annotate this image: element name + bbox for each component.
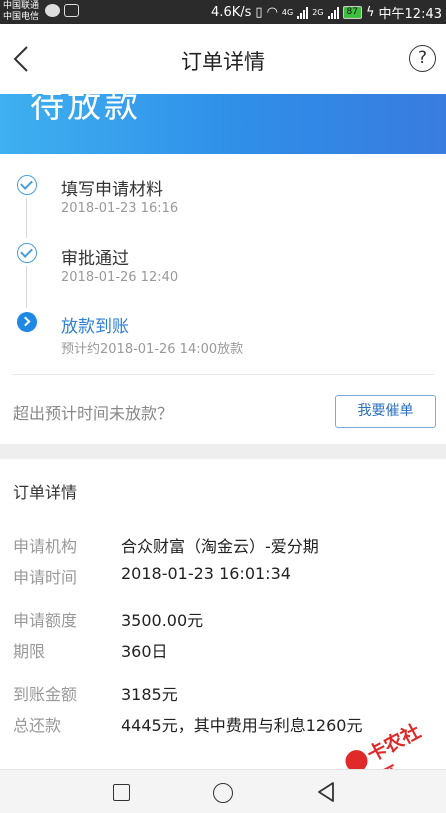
detail-value: 3185元 — [121, 685, 178, 704]
message-notification-icon — [45, 4, 60, 17]
urge-order-button[interactable]: 我要催单 — [335, 395, 436, 428]
step-time: 2018-01-23 16:16 — [61, 201, 179, 216]
step-time: 2018-01-26 12:40 — [61, 270, 179, 285]
detail-label: 申请时间 — [13, 568, 78, 587]
order-detail-card: 订单详情 申请机构 合众财富（淘金云）-爱分期 申请时间 2018-01-23 … — [0, 459, 446, 769]
status-bar: 中国联通 中国电信 4.6K/s ▯ ◠ 4G 2G 87 ϟ 中午12:43 — [0, 0, 446, 24]
check-circle-icon — [17, 243, 37, 263]
battery-icon: 87 — [342, 6, 362, 19]
charging-icon: ϟ — [365, 5, 375, 20]
carrier-2: 中国电信 — [3, 12, 40, 22]
current-step-icon — [17, 312, 37, 332]
progress-timeline: 填写申请材料 2018-01-23 16:16 审批通过 2018-01-26 … — [0, 154, 446, 444]
wifi-icon: ◠ — [266, 5, 278, 20]
vibrate-icon: ▯ — [255, 5, 263, 20]
step-title: 审批通过 — [61, 249, 129, 269]
signal-icon-1 — [297, 6, 309, 19]
detail-label: 总还款 — [13, 716, 62, 735]
step-time: 预计约2018-01-26 14:00放款 — [61, 342, 244, 357]
status-banner: 待放款 — [0, 94, 446, 154]
signal-icon-2 — [327, 6, 339, 19]
divider — [12, 374, 434, 375]
image-notification-icon — [64, 4, 79, 17]
section-title: 订单详情 — [13, 483, 78, 502]
carrier-names: 中国联通 中国电信 — [3, 1, 39, 23]
help-icon[interactable]: ? — [409, 45, 436, 72]
system-navigation-bar — [0, 769, 446, 813]
back-triangle-icon[interactable] — [316, 781, 336, 803]
timeline-connector — [26, 266, 27, 308]
recent-apps-icon[interactable] — [113, 784, 130, 801]
home-icon[interactable] — [213, 783, 233, 803]
step-title: 填写申请材料 — [61, 180, 163, 200]
order-status: 待放款 — [30, 94, 141, 126]
detail-value: 4445元，其中费用与利息1260元 — [121, 716, 363, 735]
detail-label: 申请额度 — [13, 611, 78, 630]
detail-label: 期限 — [13, 642, 46, 661]
header: 订单详情 ? — [0, 24, 446, 94]
clock: 中午12:43 — [378, 7, 442, 22]
network-type-1: 4G — [281, 8, 294, 17]
detail-value: 3500.00元 — [121, 611, 204, 630]
detail-value: 合众财富（淘金云）-爱分期 — [121, 537, 319, 556]
network-type-2: 2G — [312, 8, 324, 17]
check-circle-icon — [17, 175, 37, 195]
overdue-prompt: 超出预计时间未放款？ — [13, 404, 174, 423]
step-title-current: 放款到账 — [61, 317, 129, 337]
timeline-connector — [26, 198, 27, 238]
page-title: 订单详情 — [181, 50, 265, 74]
network-speed: 4.6K/s — [211, 5, 252, 20]
detail-value: 360日 — [121, 642, 168, 661]
detail-label: 到账金额 — [13, 685, 78, 704]
detail-label: 申请机构 — [13, 537, 78, 556]
detail-value: 2018-01-23 16:01:34 — [121, 564, 291, 583]
status-right: 4.6K/s ▯ ◠ 4G 2G 87 ϟ 中午12:43 — [211, 3, 442, 22]
carrier-1: 中国联通 — [3, 1, 40, 11]
